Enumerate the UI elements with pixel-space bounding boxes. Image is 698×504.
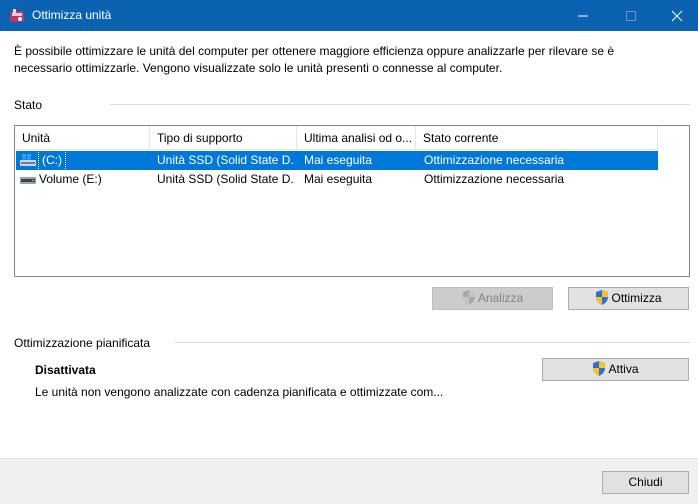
dialog-footer: Chiudi (0, 458, 698, 504)
close-dialog-button[interactable]: Chiudi (602, 471, 689, 494)
enable-schedule-button[interactable]: Attiva (542, 358, 689, 381)
uac-shield-icon (462, 290, 475, 306)
uac-shield-icon (593, 361, 606, 377)
optimize-label: Ottimizza (611, 291, 662, 305)
status-group-label: Stato (14, 98, 43, 112)
maximize-button (608, 0, 654, 31)
windows-drive-icon (20, 153, 36, 166)
enable-schedule-label: Attiva (608, 362, 639, 376)
drive-row-c[interactable]: (C:) Unità SSD (Solid State D... Mai ese… (16, 151, 658, 170)
column-header-drive[interactable]: Unità (15, 126, 150, 150)
drive-cell: Volume (E:) (20, 170, 150, 189)
schedule-status: Disattivata (35, 363, 96, 377)
drive-name: Volume (E:) (39, 172, 102, 186)
drives-list[interactable]: Unità Tipo di supporto Ultima analisi od… (14, 125, 690, 277)
drive-name: (C:) (38, 151, 66, 170)
current-status-cell: Ottimizzazione necessaria (424, 172, 565, 186)
column-header-media-type[interactable]: Tipo di supporto (150, 126, 297, 150)
close-button[interactable] (654, 0, 698, 31)
close-icon (671, 10, 683, 22)
column-header-current-status[interactable]: Stato corrente (416, 126, 658, 150)
drives-list-header: Unità Tipo di supporto Ultima analisi od… (15, 126, 658, 150)
window-title: Ottimizza unità (32, 8, 112, 22)
optimize-button[interactable]: Ottimizza (568, 287, 689, 310)
current-status-cell: Ottimizzazione necessaria (424, 153, 565, 167)
drive-cell: (C:) (20, 151, 150, 170)
analyze-label: Analizza (477, 291, 524, 305)
status-group-divider (110, 104, 690, 105)
minimize-icon (578, 15, 588, 17)
minimize-button[interactable] (560, 0, 606, 31)
defrag-app-icon (10, 9, 24, 22)
last-run-cell: Mai eseguita (304, 153, 373, 167)
media-type-cell: Unità SSD (Solid State D... (157, 172, 295, 186)
last-run-cell: Mai eseguita (304, 172, 373, 186)
media-type-cell: Unità SSD (Solid State D... (157, 153, 295, 167)
description-text: È possibile ottimizzare le unità del com… (14, 44, 615, 75)
maximize-icon (626, 11, 636, 21)
drive-row-e[interactable]: Volume (E:) Unità SSD (Solid State D... … (16, 170, 658, 189)
schedule-group-label: Ottimizzazione pianificata (14, 336, 151, 350)
schedule-description: Le unità non vengono analizzate con cade… (35, 385, 444, 399)
drive-icon (20, 176, 36, 184)
analyze-button[interactable]: Analizza (432, 287, 553, 310)
uac-shield-icon (596, 290, 609, 306)
schedule-group-divider (175, 342, 690, 343)
column-header-last-run[interactable]: Ultima analisi od o... (297, 126, 416, 150)
title-bar: Ottimizza unità (0, 0, 698, 31)
